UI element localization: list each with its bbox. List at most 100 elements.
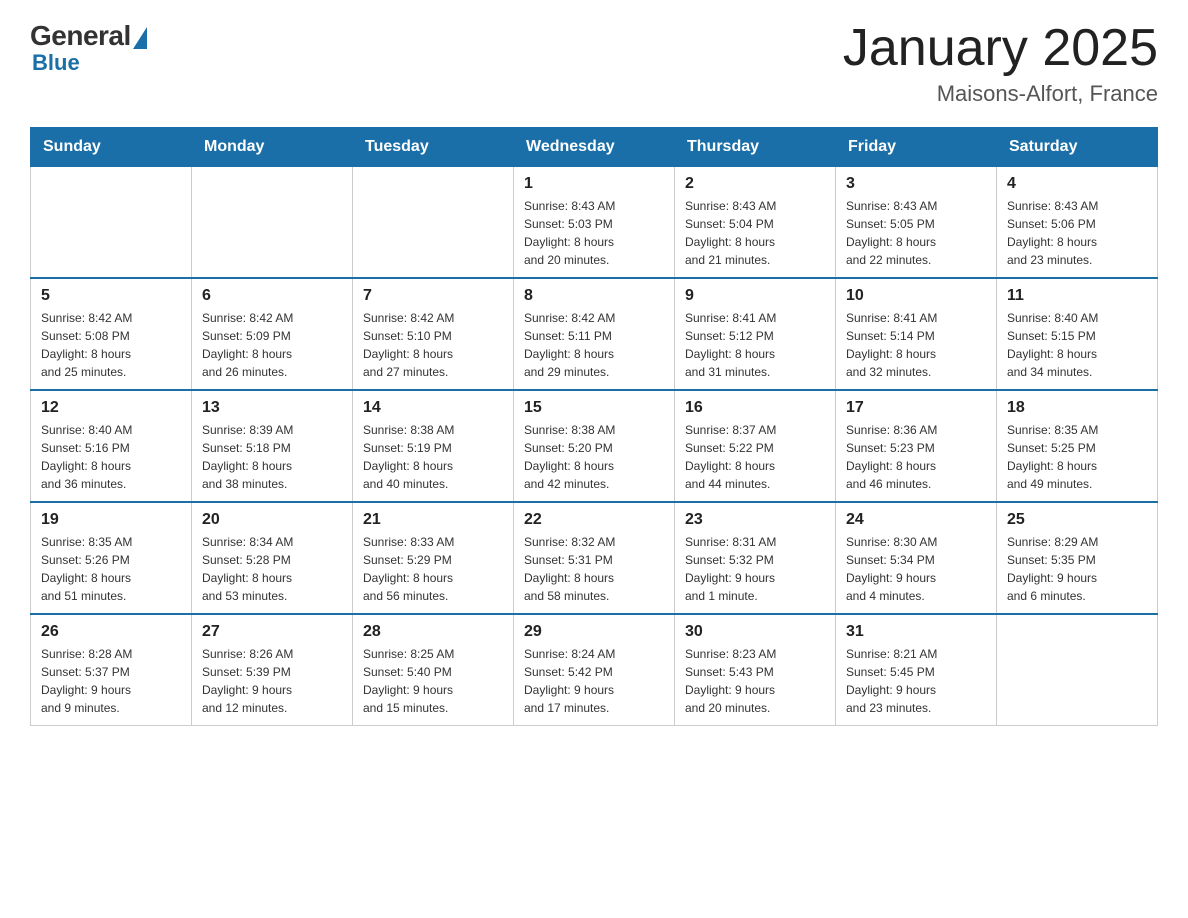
day-number: 12 bbox=[41, 399, 181, 417]
calendar-cell: 8Sunrise: 8:42 AM Sunset: 5:11 PM Daylig… bbox=[514, 278, 675, 390]
day-number: 1 bbox=[524, 175, 664, 193]
day-number: 5 bbox=[41, 287, 181, 305]
calendar-week-row: 5 Sunrise: 8:42 AM Sunset: 5:08 PM Daylig… bbox=[31, 278, 1158, 390]
calendar-cell: 1 Sunrise: 8:43 AM Sunset: 5:03 PM Daylig… bbox=[514, 167, 675, 279]
calendar-cell: 7Sunrise: 8:42 AM Sunset: 5:10 PM Daylig… bbox=[353, 278, 514, 390]
calendar-cell: 24Sunrise: 8:30 AM Sunset: 5:34 PM Dayli… bbox=[836, 502, 997, 614]
day-info: Sunrise: 8:42 AM Sunset: 5:09 PM Dayligh… bbox=[202, 309, 342, 381]
day-info: Sunrise: 8:29 AM Sunset: 5:35 PM Dayligh… bbox=[1007, 533, 1147, 605]
logo-triangle-icon bbox=[133, 27, 147, 49]
calendar-header-sunday: Sunday bbox=[31, 128, 192, 167]
day-info: Sunrise: 8:41 AM Sunset: 5:12 PM Dayligh… bbox=[685, 309, 825, 381]
day-number: 15 bbox=[524, 399, 664, 417]
page-header: General Blue January 2025 Maisons-Alfort… bbox=[30, 20, 1158, 107]
day-info: Sunrise: 8:21 AM Sunset: 5:45 PM Dayligh… bbox=[846, 645, 986, 717]
day-number: 17 bbox=[846, 399, 986, 417]
day-info: Sunrise: 8:38 AM Sunset: 5:19 PM Dayligh… bbox=[363, 421, 503, 493]
day-info: Sunrise: 8:24 AM Sunset: 5:42 PM Dayligh… bbox=[524, 645, 664, 717]
day-number: 2 bbox=[685, 175, 825, 193]
day-info: Sunrise: 8:40 AM Sunset: 5:16 PM Dayligh… bbox=[41, 421, 181, 493]
calendar-cell: 16 Sunrise: 8:37 AM Sunset: 5:22 PM Dayli… bbox=[675, 390, 836, 502]
day-number: 18 bbox=[1007, 399, 1147, 417]
calendar-cell: 27Sunrise: 8:26 AM Sunset: 5:39 PM Dayli… bbox=[192, 614, 353, 726]
day-number: 6 bbox=[202, 287, 342, 305]
calendar-cell: 9 Sunrise: 8:41 AM Sunset: 5:12 PM Daylig… bbox=[675, 278, 836, 390]
logo-blue-text: Blue bbox=[32, 50, 80, 76]
day-info: Sunrise: 8:31 AM Sunset: 5:32 PM Dayligh… bbox=[685, 533, 825, 605]
day-number: 14 bbox=[363, 399, 503, 417]
day-number: 23 bbox=[685, 511, 825, 529]
calendar-cell: 2 Sunrise: 8:43 AM Sunset: 5:04 PM Daylig… bbox=[675, 167, 836, 279]
day-number: 30 bbox=[685, 623, 825, 641]
calendar-cell: 17Sunrise: 8:36 AM Sunset: 5:23 PM Dayli… bbox=[836, 390, 997, 502]
day-number: 25 bbox=[1007, 511, 1147, 529]
day-info: Sunrise: 8:43 AM Sunset: 5:04 PM Dayligh… bbox=[685, 197, 825, 269]
calendar-header-row: SundayMondayTuesdayWednesdayThursdayFrid… bbox=[31, 128, 1158, 167]
calendar-cell: 29 Sunrise: 8:24 AM Sunset: 5:42 PM Dayli… bbox=[514, 614, 675, 726]
calendar-cell bbox=[353, 167, 514, 279]
day-number: 22 bbox=[524, 511, 664, 529]
logo: General Blue bbox=[30, 20, 147, 76]
calendar-cell: 28 Sunrise: 8:25 AM Sunset: 5:40 PM Dayli… bbox=[353, 614, 514, 726]
calendar-cell: 11 Sunrise: 8:40 AM Sunset: 5:15 PM Dayli… bbox=[997, 278, 1158, 390]
calendar-cell bbox=[31, 167, 192, 279]
calendar-header-wednesday: Wednesday bbox=[514, 128, 675, 167]
day-number: 3 bbox=[846, 175, 986, 193]
day-info: Sunrise: 8:35 AM Sunset: 5:25 PM Dayligh… bbox=[1007, 421, 1147, 493]
calendar-cell: 22Sunrise: 8:32 AM Sunset: 5:31 PM Dayli… bbox=[514, 502, 675, 614]
day-info: Sunrise: 8:43 AM Sunset: 5:03 PM Dayligh… bbox=[524, 197, 664, 269]
calendar-title: January 2025 bbox=[843, 20, 1158, 77]
calendar-cell: 19 Sunrise: 8:35 AM Sunset: 5:26 PM Dayli… bbox=[31, 502, 192, 614]
calendar-table: SundayMondayTuesdayWednesdayThursdayFrid… bbox=[30, 127, 1158, 726]
day-info: Sunrise: 8:35 AM Sunset: 5:26 PM Dayligh… bbox=[41, 533, 181, 605]
calendar-cell: 30 Sunrise: 8:23 AM Sunset: 5:43 PM Dayli… bbox=[675, 614, 836, 726]
calendar-header-friday: Friday bbox=[836, 128, 997, 167]
title-section: January 2025 Maisons-Alfort, France bbox=[843, 20, 1158, 107]
calendar-cell: 15 Sunrise: 8:38 AM Sunset: 5:20 PM Dayli… bbox=[514, 390, 675, 502]
day-info: Sunrise: 8:23 AM Sunset: 5:43 PM Dayligh… bbox=[685, 645, 825, 717]
calendar-cell: 4Sunrise: 8:43 AM Sunset: 5:06 PM Daylig… bbox=[997, 167, 1158, 279]
calendar-cell: 18 Sunrise: 8:35 AM Sunset: 5:25 PM Dayli… bbox=[997, 390, 1158, 502]
calendar-header-saturday: Saturday bbox=[997, 128, 1158, 167]
day-info: Sunrise: 8:38 AM Sunset: 5:20 PM Dayligh… bbox=[524, 421, 664, 493]
logo-general-text: General bbox=[30, 20, 131, 52]
day-number: 28 bbox=[363, 623, 503, 641]
calendar-week-row: 1 Sunrise: 8:43 AM Sunset: 5:03 PM Daylig… bbox=[31, 167, 1158, 279]
calendar-cell: 25 Sunrise: 8:29 AM Sunset: 5:35 PM Dayli… bbox=[997, 502, 1158, 614]
day-info: Sunrise: 8:25 AM Sunset: 5:40 PM Dayligh… bbox=[363, 645, 503, 717]
calendar-week-row: 12 Sunrise: 8:40 AM Sunset: 5:16 PM Dayli… bbox=[31, 390, 1158, 502]
day-number: 9 bbox=[685, 287, 825, 305]
day-info: Sunrise: 8:33 AM Sunset: 5:29 PM Dayligh… bbox=[363, 533, 503, 605]
calendar-header-thursday: Thursday bbox=[675, 128, 836, 167]
calendar-cell: 3 Sunrise: 8:43 AM Sunset: 5:05 PM Daylig… bbox=[836, 167, 997, 279]
day-info: Sunrise: 8:40 AM Sunset: 5:15 PM Dayligh… bbox=[1007, 309, 1147, 381]
day-number: 27 bbox=[202, 623, 342, 641]
day-info: Sunrise: 8:34 AM Sunset: 5:28 PM Dayligh… bbox=[202, 533, 342, 605]
calendar-cell: 13 Sunrise: 8:39 AM Sunset: 5:18 PM Dayli… bbox=[192, 390, 353, 502]
day-number: 24 bbox=[846, 511, 986, 529]
day-info: Sunrise: 8:41 AM Sunset: 5:14 PM Dayligh… bbox=[846, 309, 986, 381]
day-number: 19 bbox=[41, 511, 181, 529]
day-info: Sunrise: 8:43 AM Sunset: 5:06 PM Dayligh… bbox=[1007, 197, 1147, 269]
day-number: 21 bbox=[363, 511, 503, 529]
calendar-cell bbox=[997, 614, 1158, 726]
day-number: 26 bbox=[41, 623, 181, 641]
calendar-cell: 6 Sunrise: 8:42 AM Sunset: 5:09 PM Daylig… bbox=[192, 278, 353, 390]
calendar-location: Maisons-Alfort, France bbox=[843, 81, 1158, 107]
calendar-cell: 10Sunrise: 8:41 AM Sunset: 5:14 PM Dayli… bbox=[836, 278, 997, 390]
day-info: Sunrise: 8:39 AM Sunset: 5:18 PM Dayligh… bbox=[202, 421, 342, 493]
day-number: 11 bbox=[1007, 287, 1147, 305]
day-info: Sunrise: 8:42 AM Sunset: 5:08 PM Dayligh… bbox=[41, 309, 181, 381]
day-number: 7 bbox=[363, 287, 503, 305]
day-info: Sunrise: 8:37 AM Sunset: 5:22 PM Dayligh… bbox=[685, 421, 825, 493]
calendar-cell: 31Sunrise: 8:21 AM Sunset: 5:45 PM Dayli… bbox=[836, 614, 997, 726]
day-number: 16 bbox=[685, 399, 825, 417]
day-number: 13 bbox=[202, 399, 342, 417]
calendar-header-tuesday: Tuesday bbox=[353, 128, 514, 167]
calendar-cell: 14 Sunrise: 8:38 AM Sunset: 5:19 PM Dayli… bbox=[353, 390, 514, 502]
calendar-cell: 12 Sunrise: 8:40 AM Sunset: 5:16 PM Dayli… bbox=[31, 390, 192, 502]
calendar-cell: 21 Sunrise: 8:33 AM Sunset: 5:29 PM Dayli… bbox=[353, 502, 514, 614]
day-number: 29 bbox=[524, 623, 664, 641]
day-number: 8 bbox=[524, 287, 664, 305]
day-info: Sunrise: 8:43 AM Sunset: 5:05 PM Dayligh… bbox=[846, 197, 986, 269]
